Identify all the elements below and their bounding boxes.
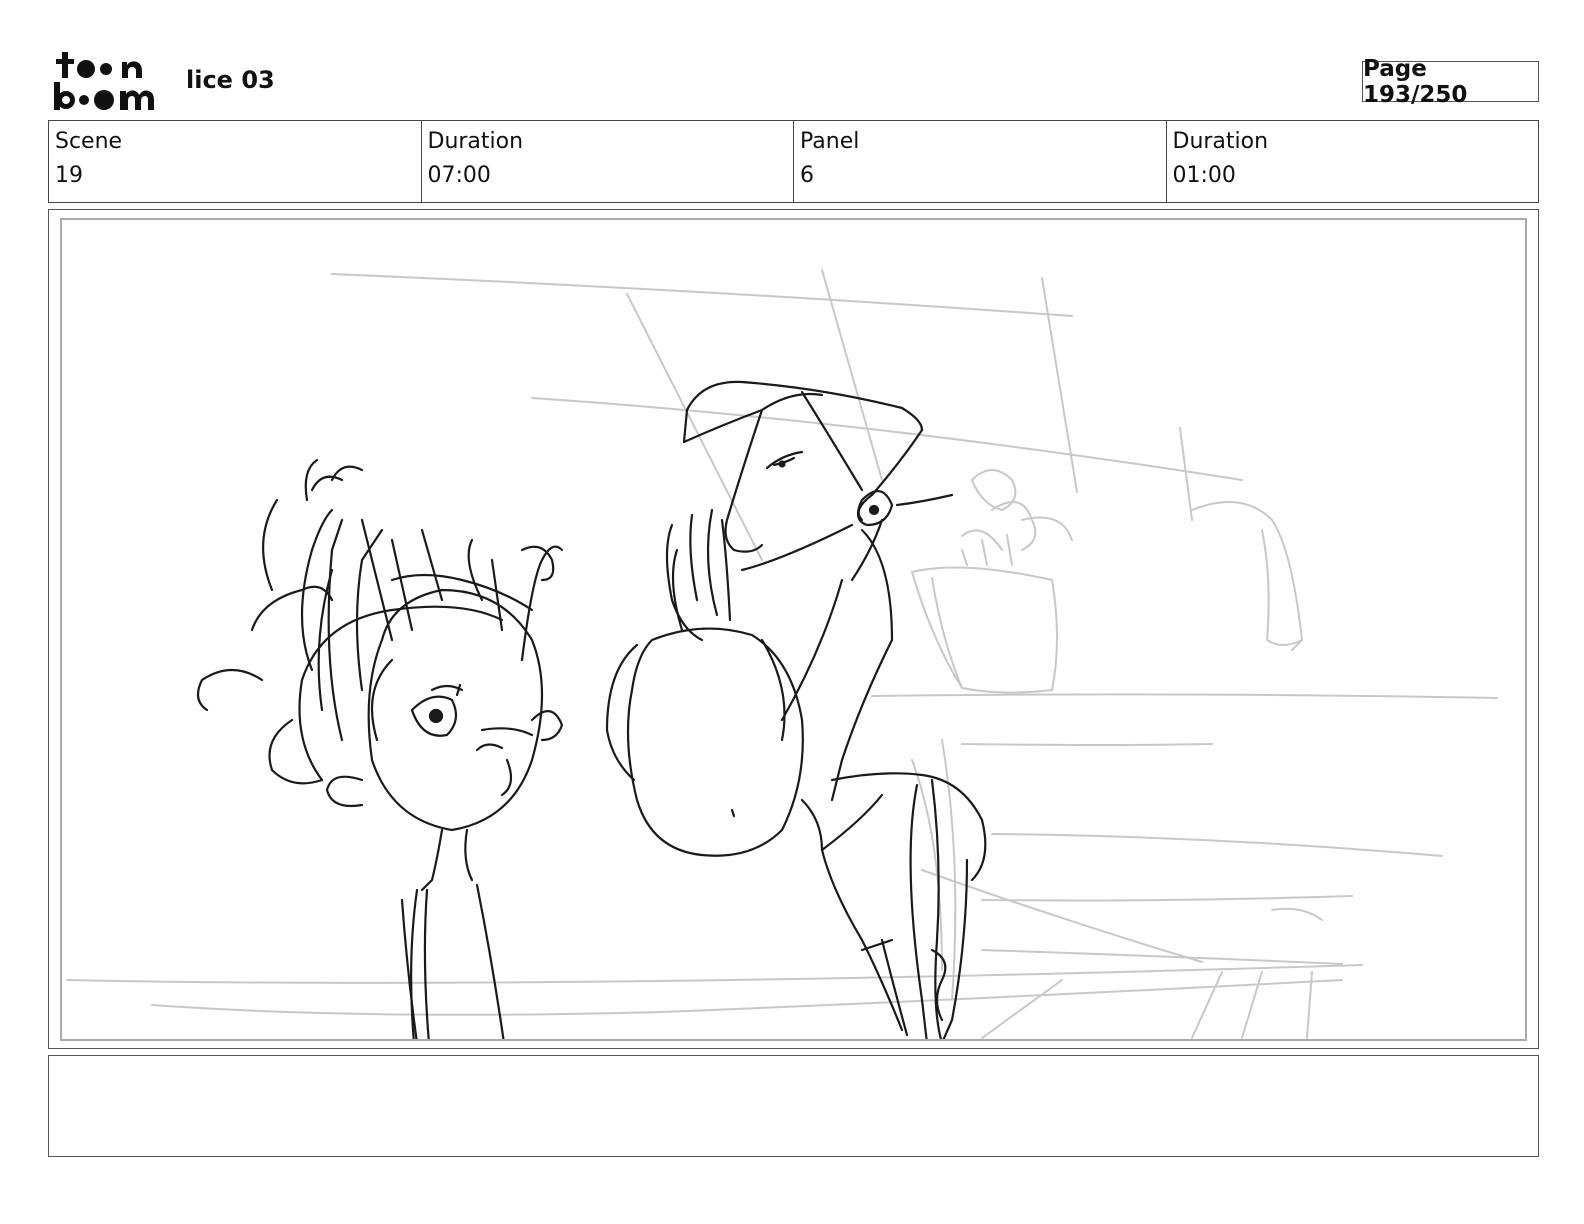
scene-duration-cell: Duration 07:00 bbox=[422, 121, 794, 202]
scene-label: Scene bbox=[55, 129, 123, 154]
storyboard-panel-image bbox=[60, 218, 1527, 1041]
toonboom-logo bbox=[52, 50, 164, 112]
toonboom-logo-icon bbox=[54, 52, 154, 110]
scene-duration-label: Duration bbox=[427, 129, 524, 154]
panel-duration-cell: Duration 01:00 bbox=[1167, 121, 1539, 202]
panel-duration-value: 01:00 bbox=[1172, 163, 1236, 188]
page-indicator: Page 193/250 bbox=[1362, 56, 1539, 108]
panel-label: Panel bbox=[800, 129, 860, 154]
panel-duration-label: Duration bbox=[1172, 129, 1269, 154]
scene-cell: Scene 19 bbox=[49, 121, 422, 202]
panel-cell: Panel 6 bbox=[794, 121, 1167, 202]
panel-info-table: Scene 19 Duration 07:00 Panel 6 Duration… bbox=[48, 120, 1539, 203]
project-title: lice 03 bbox=[186, 66, 275, 94]
panel-notes-box bbox=[48, 1055, 1539, 1157]
scene-duration-value: 07:00 bbox=[427, 163, 491, 188]
scene-value: 19 bbox=[55, 163, 83, 188]
panel-frame bbox=[48, 209, 1539, 1049]
panel-value: 6 bbox=[800, 163, 814, 188]
storyboard-sketch-icon bbox=[66, 269, 1498, 1039]
